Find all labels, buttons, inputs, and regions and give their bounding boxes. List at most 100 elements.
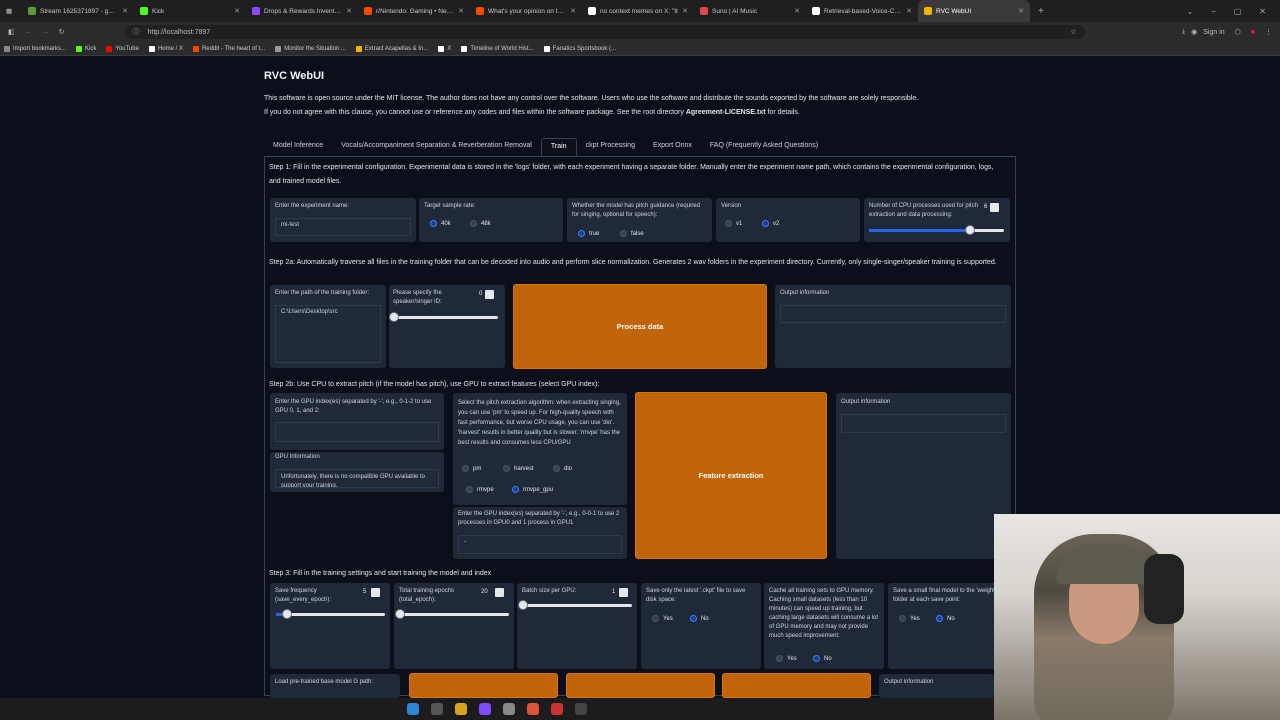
ext-badge-icon[interactable]: ■ — [1251, 29, 1255, 36]
gpu-index2-input[interactable]: - — [458, 535, 622, 554]
download-icon[interactable]: ⤓ — [1182, 28, 1185, 36]
bookmark-item[interactable]: YouTube — [106, 45, 139, 52]
bookmark-item[interactable]: Home / X — [148, 45, 183, 52]
tab-close-icon[interactable]: ✕ — [682, 7, 688, 15]
cache-no-radio[interactable]: No — [813, 655, 832, 662]
step2b-output-field[interactable] — [841, 414, 1006, 433]
browser-tab[interactable]: Retrieval-based-Voice-Conversi ✕ — [806, 0, 918, 22]
back-icon[interactable]: ← — [25, 29, 32, 36]
algo-pm-radio[interactable]: pm — [462, 465, 481, 472]
feature-extraction-button[interactable]: Feature extraction — [635, 392, 827, 559]
pitch-true-radio[interactable]: true — [578, 230, 599, 237]
bookmark-item[interactable]: Timeline of World Hist... — [461, 45, 534, 52]
speaker-reset-icon[interactable] — [485, 290, 494, 299]
tab-ckpt-processing[interactable]: ckpt Processing — [577, 138, 644, 156]
bookmark-item[interactable]: X — [438, 45, 451, 52]
epochs-value[interactable]: 20 — [481, 589, 488, 595]
train-folder-input[interactable]: C:\Users\Desktop\src — [275, 305, 381, 363]
tab-vocals-accompaniment-separation-reverberation-removal[interactable]: Vocals/Accompaniment Separation & Reverb… — [332, 138, 541, 156]
tab-close-icon[interactable]: ✕ — [346, 7, 352, 15]
slider-handle[interactable] — [395, 609, 405, 619]
process-data-button[interactable]: Process data — [513, 284, 767, 369]
tab-train[interactable]: Train — [540, 138, 577, 156]
maximize-icon[interactable]: ▢ — [1234, 7, 1242, 16]
tab-close-icon[interactable]: ✕ — [906, 7, 912, 15]
browser-tab[interactable]: What's your opinion on the Nint ✕ — [470, 0, 582, 22]
tab-list-icon[interactable]: ⌄ — [1187, 7, 1194, 16]
latest-no-radio[interactable]: No — [690, 615, 709, 622]
final-no-radio[interactable]: No — [936, 615, 955, 622]
app-icon[interactable] — [551, 703, 563, 715]
tab-export-onnx[interactable]: Export Onnx — [644, 138, 701, 156]
tab-close-icon[interactable]: ✕ — [794, 7, 800, 15]
sr-48k-radio[interactable]: 48k — [470, 220, 491, 227]
tab-model-inference[interactable]: Model Inference — [264, 138, 332, 156]
cpu-slider[interactable] — [869, 225, 1004, 235]
version-v2-radio[interactable]: v2 — [762, 220, 779, 227]
app-icon[interactable] — [527, 703, 539, 715]
sr-40k-radio[interactable]: 40k — [430, 220, 451, 227]
slider-handle[interactable] — [389, 312, 399, 322]
browser-tab[interactable]: r/Nintendo: Gaming • News • Dis✕ — [358, 0, 470, 22]
bookmark-item[interactable]: Monitor the Situation ... — [275, 45, 346, 52]
speaker-id-value[interactable]: 0 — [479, 291, 482, 297]
site-info-icon[interactable]: ⓘ — [133, 27, 140, 37]
cpu-reset-icon[interactable] — [990, 203, 999, 212]
version-v1-radio[interactable]: v1 — [725, 220, 742, 227]
pitch-false-radio[interactable]: false — [620, 230, 644, 237]
minimize-icon[interactable]: – — [1211, 7, 1215, 16]
browser-tab[interactable]: RVC WebUI ✕ — [918, 0, 1030, 22]
cpu-value[interactable]: 6 — [984, 204, 987, 210]
browser-tab[interactable]: Drops & Rewards Inventory - K✕ — [246, 0, 358, 22]
bookmark-item[interactable]: Import bookmarks... — [4, 45, 66, 52]
action-button-2[interactable] — [566, 673, 715, 698]
step2a-output-field[interactable] — [780, 305, 1006, 323]
slider-handle[interactable] — [281, 609, 292, 619]
new-tab-icon[interactable]: + — [1038, 6, 1044, 17]
save-freq-slider[interactable] — [276, 609, 385, 619]
bookmark-item[interactable]: Extract Acapellas & In... — [355, 45, 428, 52]
signin-label[interactable]: Sign in — [1203, 29, 1224, 36]
search-icon[interactable] — [431, 703, 443, 715]
tab-close-icon[interactable]: ✕ — [122, 7, 128, 15]
epochs-slider[interactable] — [395, 609, 509, 619]
settings-icon[interactable] — [503, 703, 515, 715]
browser-tab[interactable]: Suno | AI Music ✕ — [694, 0, 806, 22]
start-icon[interactable] — [407, 703, 419, 715]
speaker-slider[interactable] — [389, 312, 498, 322]
browser-tab[interactable]: Stream 1625371897 - garydavid ✕ — [22, 0, 134, 22]
browser-menu-icon[interactable]: ▦ — [0, 0, 22, 22]
tab-close-icon[interactable]: ✕ — [458, 7, 464, 15]
bookmark-item[interactable]: Kick — [76, 45, 96, 52]
sidebar-toggle-icon[interactable]: ◧ — [8, 28, 15, 36]
file-explorer-icon[interactable] — [455, 703, 467, 715]
bookmark-item[interactable]: Fanatics Sportsbook (... — [543, 45, 616, 52]
forward-icon[interactable]: → — [42, 29, 49, 36]
algo-rmvpe-gpu-radio[interactable]: rmvpe_gpu — [512, 486, 553, 493]
more-menu-icon[interactable]: ⋮ — [1265, 28, 1272, 36]
epochs-reset-icon[interactable] — [495, 588, 504, 597]
cache-yes-radio[interactable]: Yes — [776, 655, 797, 662]
algo-rmvpe-radio[interactable]: rmvpe — [466, 486, 494, 493]
algo-harvest-radio[interactable]: harvest — [503, 465, 534, 472]
profile-icon[interactable]: ◉ — [1191, 28, 1197, 36]
gpu-info-field[interactable]: Unfortunately, there is no compatible GP… — [275, 469, 439, 488]
batch-size-slider[interactable] — [518, 600, 632, 610]
bookmark-item[interactable]: Reddit - The heart of t... — [192, 45, 265, 52]
bookmark-star-icon[interactable]: ☆ — [1070, 28, 1076, 36]
tab-faq-frequently-asked-questions[interactable]: FAQ (Frequently Asked Questions) — [701, 138, 827, 156]
action-button-3[interactable] — [722, 673, 871, 698]
algo-dio-radio[interactable]: dio — [553, 465, 572, 472]
tab-close-icon[interactable]: ✕ — [234, 7, 240, 15]
save-freq-reset-icon[interactable] — [371, 588, 380, 597]
save-freq-value[interactable]: 5 — [363, 589, 366, 595]
gpu-index-input[interactable] — [275, 422, 439, 442]
tab-close-icon[interactable]: ✕ — [1018, 7, 1024, 15]
exp-name-input[interactable]: mi-test — [275, 218, 411, 236]
extensions-icon[interactable]: ⬡ — [1235, 28, 1241, 36]
url-bar[interactable]: ⓘ http://localhost:7897 ☆ — [124, 25, 1085, 39]
slider-handle[interactable] — [518, 600, 528, 610]
reload-icon[interactable]: ↻ — [59, 28, 65, 36]
final-yes-radio[interactable]: Yes — [899, 615, 920, 622]
batch-size-value[interactable]: 1 — [612, 589, 615, 595]
